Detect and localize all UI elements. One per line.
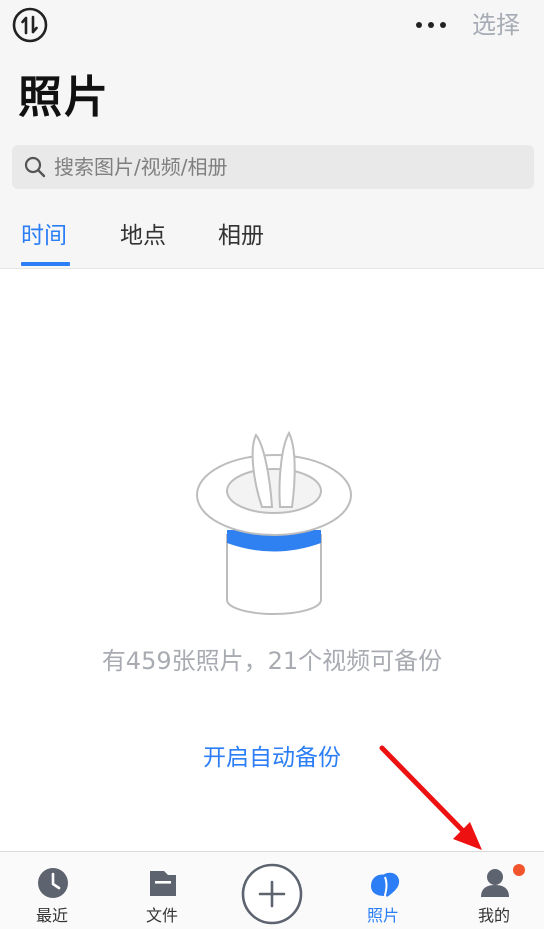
search-icon (24, 156, 46, 178)
nav-label-recent: 最近 (35, 906, 68, 925)
tab-time[interactable]: 时间 (21, 218, 67, 254)
active-tab-indicator (21, 262, 70, 266)
plus-icon[interactable] (241, 863, 303, 925)
nav-label-files: 文件 (145, 906, 178, 925)
nav-recent[interactable]: 最近 (2, 852, 102, 929)
page-title: 照片 (18, 72, 110, 123)
red-arrow-annotation (379, 745, 482, 850)
search-placeholder: 搜索图片/视频/相册 (54, 155, 228, 179)
clock-icon (38, 868, 68, 898)
more-icon[interactable] (412, 10, 452, 40)
select-button[interactable]: 选择 (472, 8, 520, 42)
photos-icon (371, 872, 400, 897)
notification-badge (513, 864, 525, 876)
nav-photos[interactable]: 照片 (333, 852, 433, 929)
nav-label-profile: 我的 (477, 906, 510, 925)
bottom-tab-bar: 最近 文件 照片 我的 (0, 851, 544, 929)
profile-icon (481, 869, 509, 897)
nav-files[interactable]: 文件 (112, 852, 212, 929)
nav-profile[interactable]: 我的 (444, 852, 544, 929)
tab-location[interactable]: 地点 (120, 218, 166, 254)
search-input[interactable]: 搜索图片/视频/相册 (12, 145, 534, 189)
magic-hat-illustration (196, 430, 352, 615)
transfer-icon[interactable] (12, 7, 48, 43)
tab-albums[interactable]: 相册 (218, 218, 264, 254)
header: 选择 照片 搜索图片/视频/相册 时间 地点 相册 (0, 0, 544, 269)
folder-icon (150, 871, 176, 896)
nav-label-photos: 照片 (366, 906, 399, 925)
backup-status-text: 有459张照片，21个视频可备份 (101, 647, 443, 675)
